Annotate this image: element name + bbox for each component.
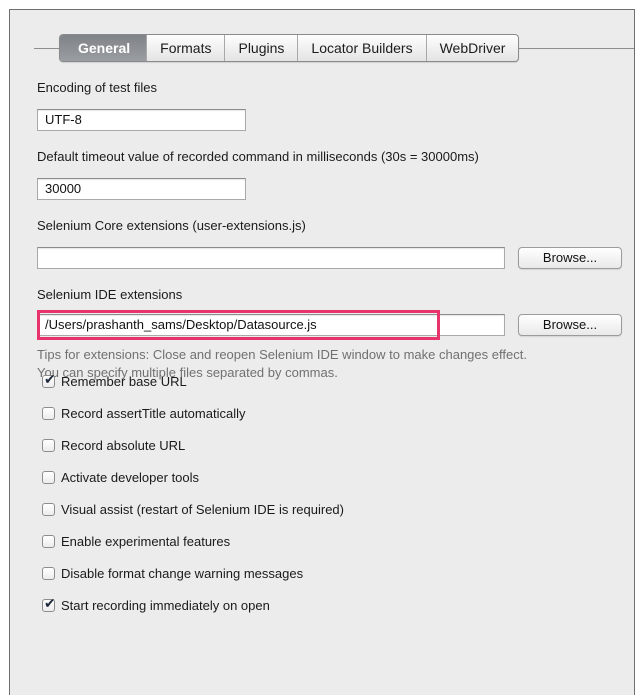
option-label: Visual assist (restart of Selenium IDE i… <box>61 501 344 517</box>
tips-line-1: Tips for extensions: Close and reopen Se… <box>37 347 527 362</box>
checkbox[interactable] <box>42 534 55 548</box>
core-extensions-field[interactable] <box>37 247 505 269</box>
option-label: Disable format change warning messages <box>61 565 304 581</box>
tab-bar: General Formats Plugins Locator Builders… <box>59 34 520 62</box>
tab-general[interactable]: General <box>60 35 147 61</box>
encoding-field[interactable]: UTF-8 <box>37 109 246 131</box>
option-developer-tools[interactable]: Activate developer tools <box>42 468 199 486</box>
ide-extensions-label: Selenium IDE extensions <box>37 287 183 302</box>
checkbox[interactable] <box>42 502 55 516</box>
checkmark-icon: ✔ <box>44 594 56 611</box>
tab-plugins[interactable]: Plugins <box>224 35 297 61</box>
annotation-highlight-box <box>37 310 440 340</box>
core-extensions-browse-button[interactable]: Browse... <box>518 247 622 269</box>
option-record-absolute-url[interactable]: Record absolute URL <box>42 436 185 454</box>
checkbox[interactable] <box>42 566 55 580</box>
option-label: Activate developer tools <box>61 469 200 485</box>
checkbox[interactable]: ✔ <box>42 370 56 388</box>
option-visual-assist[interactable]: Visual assist (restart of Selenium IDE i… <box>42 500 344 518</box>
checkmark-icon: ✔ <box>44 370 56 387</box>
checkbox[interactable] <box>42 438 55 452</box>
option-remember-base-url[interactable]: ✔ Remember base URL <box>42 372 187 390</box>
timeout-field[interactable]: 30000 <box>37 178 246 200</box>
checkbox[interactable] <box>42 406 55 420</box>
checkbox[interactable] <box>42 470 55 484</box>
option-label: Remember base URL <box>61 373 187 389</box>
option-label: Enable experimental features <box>61 533 231 549</box>
tab-locator-builders[interactable]: Locator Builders <box>297 35 425 61</box>
option-label: Start recording immediately on open <box>61 597 270 613</box>
core-extensions-label: Selenium Core extensions (user-extension… <box>37 218 306 233</box>
encoding-label: Encoding of test files <box>37 80 157 95</box>
tab-webdriver[interactable]: WebDriver <box>425 35 519 61</box>
checkbox[interactable]: ✔ <box>42 594 56 612</box>
option-record-asserttitle[interactable]: Record assertTitle automatically <box>42 404 245 422</box>
ide-extensions-browse-button[interactable]: Browse... <box>518 314 622 336</box>
option-disable-format-warning[interactable]: Disable format change warning messages <box>42 564 303 582</box>
option-label: Record absolute URL <box>61 437 186 453</box>
option-experimental-features[interactable]: Enable experimental features <box>42 532 230 550</box>
option-start-recording[interactable]: ✔ Start recording immediately on open <box>42 596 270 614</box>
timeout-label: Default timeout value of recorded comman… <box>37 149 479 164</box>
tab-formats[interactable]: Formats <box>146 35 224 61</box>
option-label: Record assertTitle automatically <box>61 405 246 421</box>
